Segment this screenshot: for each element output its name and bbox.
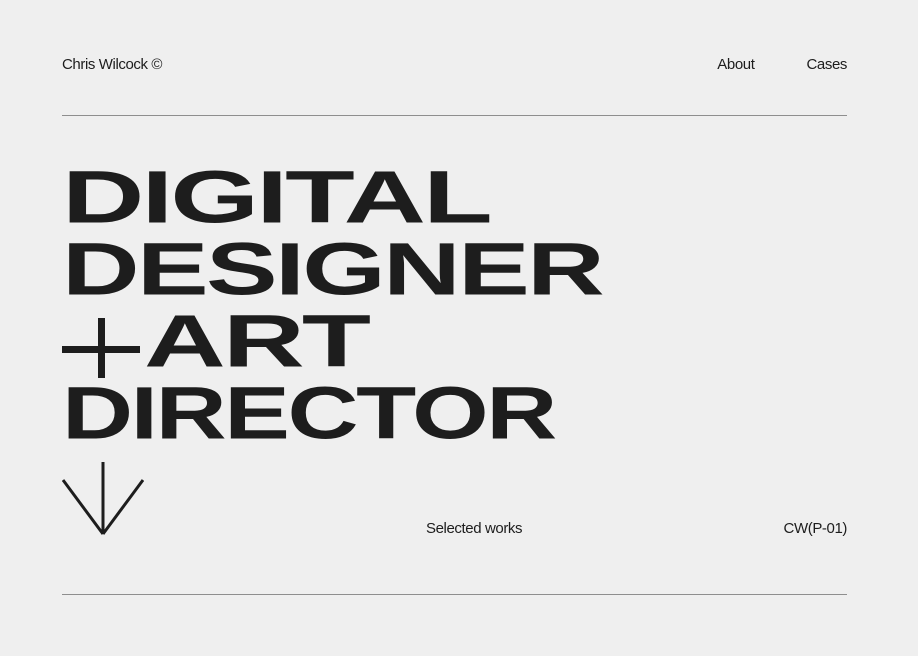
selected-works-label[interactable]: Selected works	[426, 520, 523, 538]
arrow-down-icon[interactable]	[62, 462, 144, 536]
nav-cases-link[interactable]: Cases	[806, 56, 847, 74]
headline-line-director: DIRECTOR	[62, 373, 557, 455]
headline-line-digital: DIGITAL	[62, 157, 493, 239]
headline-line-art: ART	[62, 301, 862, 383]
bottom-divider	[62, 594, 847, 595]
top-divider	[62, 115, 847, 116]
landing-page: Chris Wilcock © About Cases DIGITAL DESI…	[0, 0, 918, 656]
plus-icon	[62, 318, 144, 378]
headline-line-designer: DESIGNER	[62, 229, 605, 311]
main-nav: About Cases	[717, 56, 847, 74]
project-code: CW(P-01)	[783, 520, 848, 537]
nav-about-link[interactable]: About	[717, 56, 755, 74]
hero-headline: DIGITAL DESIGNER ART DIRECTOR	[62, 161, 862, 454]
brand-name[interactable]: Chris Wilcock ©	[62, 56, 162, 74]
headline-art-text: ART	[144, 301, 371, 383]
